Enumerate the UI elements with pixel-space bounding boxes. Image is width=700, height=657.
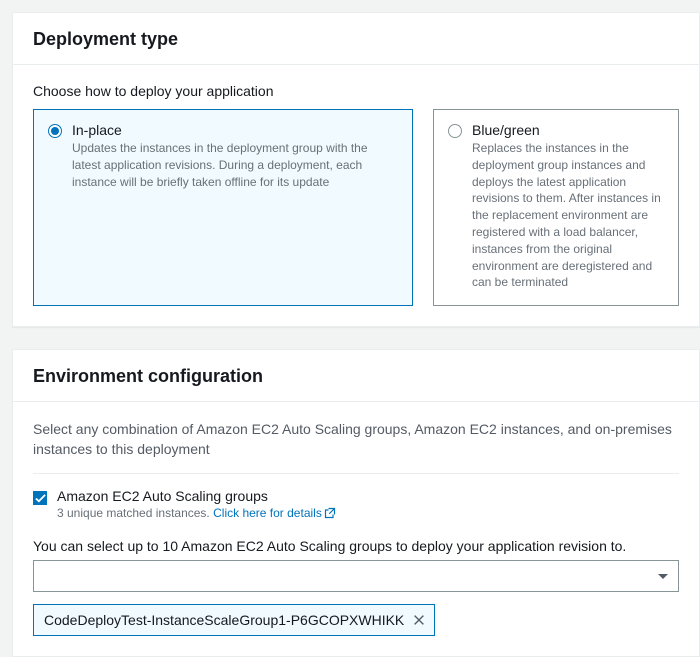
deployment-type-options: In-place Updates the instances in the de…	[33, 109, 679, 306]
option-in-place-desc: Updates the instances in the deployment …	[72, 140, 398, 190]
asg-token-label: CodeDeployTest-InstanceScaleGroup1-P6GCO…	[44, 612, 404, 628]
option-blue-green[interactable]: Blue/green Replaces the instances in the…	[433, 109, 679, 306]
deployment-type-heading: Deployment type	[33, 29, 679, 50]
env-config-desc: Select any combination of Amazon EC2 Aut…	[33, 420, 679, 459]
option-in-place[interactable]: In-place Updates the instances in the de…	[33, 109, 413, 306]
asg-details-link[interactable]: Click here for details	[213, 506, 336, 520]
option-in-place-title: In-place	[72, 122, 398, 138]
external-link-icon	[324, 507, 336, 522]
deployment-type-body: Choose how to deploy your application In…	[13, 65, 699, 326]
choose-deploy-label: Choose how to deploy your application	[33, 83, 679, 99]
env-config-body: Select any combination of Amazon EC2 Aut…	[13, 402, 699, 656]
asg-checkbox[interactable]	[33, 491, 47, 505]
radio-icon	[448, 124, 462, 138]
env-config-header: Environment configuration	[13, 350, 699, 402]
option-blue-green-title: Blue/green	[472, 122, 664, 138]
deployment-type-panel: Deployment type Choose how to deploy you…	[12, 12, 700, 327]
asg-checkbox-row: Amazon EC2 Auto Scaling groups 3 unique …	[33, 488, 679, 522]
check-icon	[35, 493, 46, 504]
env-config-heading: Environment configuration	[33, 366, 679, 387]
close-icon	[412, 613, 426, 627]
asg-matched-count: 3 unique matched instances.	[57, 506, 213, 520]
radio-icon	[48, 124, 62, 138]
asg-checkbox-subtext: 3 unique matched instances. Click here f…	[57, 506, 336, 522]
asg-select-dropdown[interactable]	[33, 560, 679, 592]
asg-select-label: You can select up to 10 Amazon EC2 Auto …	[33, 538, 679, 554]
asg-token-remove[interactable]	[412, 613, 426, 627]
chevron-down-icon	[658, 574, 668, 579]
env-config-panel: Environment configuration Select any com…	[12, 349, 700, 657]
option-blue-green-desc: Replaces the instances in the deployment…	[472, 140, 664, 291]
deployment-type-header: Deployment type	[13, 13, 699, 65]
asg-checkbox-label: Amazon EC2 Auto Scaling groups	[57, 488, 336, 504]
divider	[33, 473, 679, 474]
asg-token: CodeDeployTest-InstanceScaleGroup1-P6GCO…	[33, 604, 435, 636]
